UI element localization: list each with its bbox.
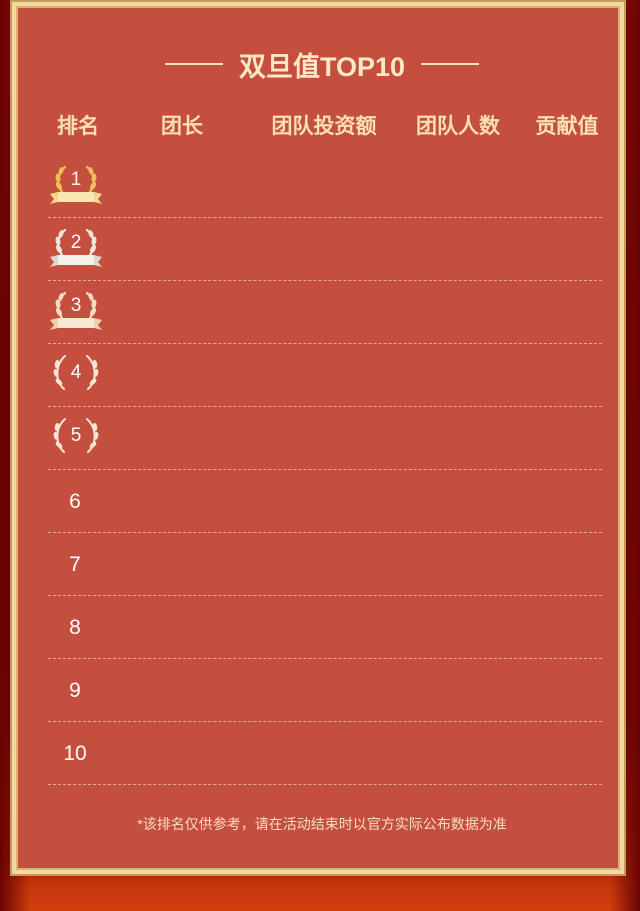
column-header-investment: 团队投资额	[271, 115, 377, 138]
table-row: 10	[48, 723, 602, 785]
table-row: 5	[48, 408, 602, 470]
table-row: 8	[48, 597, 602, 659]
rank-number: 5	[70, 425, 82, 446]
column-header-rank: 排名	[57, 115, 99, 138]
table-header: 排名 团长 团队投资额 团队人数 贡献值	[16, 110, 628, 140]
table-row: 3	[48, 282, 602, 344]
table-row: 6	[48, 471, 602, 533]
table-row: 2	[48, 219, 602, 281]
title-right-line	[421, 63, 480, 65]
column-header-members: 团队人数	[416, 115, 500, 138]
rank-number: 9	[69, 679, 81, 702]
rank-number: 3	[70, 295, 82, 316]
rank-number: 4	[70, 362, 82, 383]
rank-number: 7	[69, 553, 81, 576]
laurel-wreath-icon: 5	[48, 414, 104, 460]
gold-laurel-medal-icon: 1	[48, 162, 104, 208]
silver-laurel-medal-icon: 2	[48, 225, 104, 271]
table-row: 4	[48, 345, 602, 407]
rank-number: 1	[70, 169, 82, 190]
rank-number: 2	[70, 232, 82, 253]
title-left-line	[164, 63, 223, 65]
disclaimer-note: *该排名仅供参考，请在活动结束时以官方实际公布数据为准	[137, 816, 507, 832]
table-row: 7	[48, 534, 602, 596]
rank-number: 6	[69, 490, 81, 513]
laurel-wreath-icon: 4	[48, 351, 104, 397]
leaderboard-title: 双旦值TOP10	[238, 51, 406, 82]
table-row: 9	[48, 660, 602, 722]
rank-number: 10	[63, 742, 87, 765]
leaderboard-title-row: 双旦值TOP10	[16, 42, 628, 86]
leaderboard-rows: 1 2 3 4 5 6 7 8 9 10	[48, 156, 602, 786]
bronze-laurel-medal-icon: 3	[48, 288, 104, 334]
column-header-leader: 团长	[161, 115, 203, 138]
column-header-contribution: 贡献值	[535, 115, 599, 138]
table-row: 1	[48, 156, 602, 218]
rank-number: 8	[69, 616, 81, 639]
leaderboard-panel: 双旦值TOP10 排名 团长 团队投资额 团队人数 贡献值 1 2 3 4 5 …	[12, 2, 624, 874]
